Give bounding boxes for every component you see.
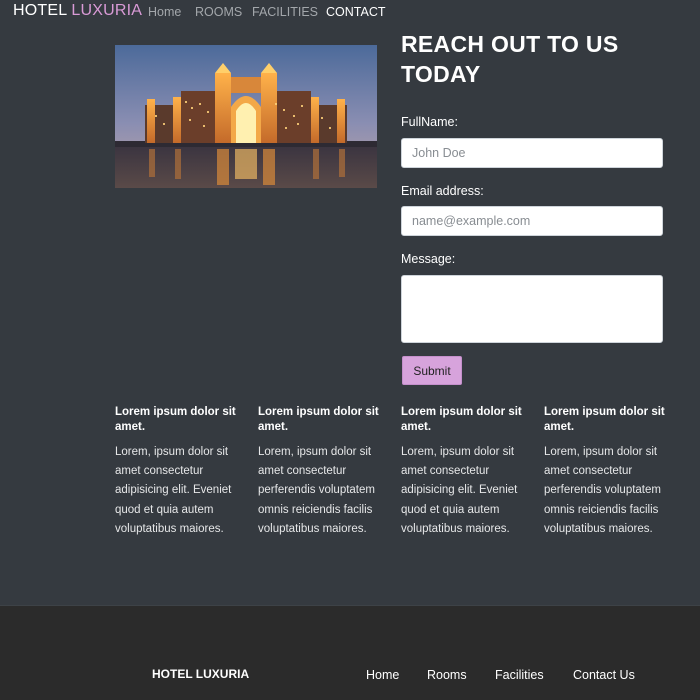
message-label: Message: xyxy=(401,252,456,266)
nav-link-facilities[interactable]: FACILITIES xyxy=(252,5,318,19)
hotel-photo xyxy=(115,45,377,188)
feature-column: Lorem ipsum dolor sit amet. Lorem, ipsum… xyxy=(258,405,383,539)
brand-accent: LUXURIA xyxy=(71,2,143,19)
message-textarea[interactable] xyxy=(401,275,663,343)
footer: HOTEL LUXURIA Home Rooms Facilities Cont… xyxy=(0,605,700,700)
nav-link-contact[interactable]: CONTACT xyxy=(326,5,386,19)
feature-title: Lorem ipsum dolor sit amet. xyxy=(258,406,379,433)
feature-column: Lorem ipsum dolor sit amet. Lorem, ipsum… xyxy=(544,405,669,539)
form-title: REACH OUT TO US TODAY xyxy=(401,31,619,87)
navbar: HOTEL LUXURIA Home ROOMS FACILITIES CONT… xyxy=(0,0,700,24)
nav-link-rooms[interactable]: ROOMS xyxy=(195,5,242,19)
feature-title: Lorem ipsum dolor sit amet. xyxy=(115,406,236,433)
footer-link-rooms[interactable]: Rooms xyxy=(427,668,467,682)
submit-button[interactable]: Submit xyxy=(402,356,462,385)
fullname-label: FullName: xyxy=(401,115,458,129)
feature-column: Lorem ipsum dolor sit amet. Lorem, ipsum… xyxy=(401,405,526,539)
email-label: Email address: xyxy=(401,184,484,198)
feature-text: Lorem, ipsum dolor sit amet consectetur … xyxy=(115,446,232,535)
feature-text: Lorem, ipsum dolor sit amet consectetur … xyxy=(258,446,375,535)
footer-link-facilities[interactable]: Facilities xyxy=(495,668,544,682)
email-input[interactable] xyxy=(401,206,663,236)
footer-link-contact-us[interactable]: Contact Us xyxy=(573,668,635,682)
feature-text: Lorem, ipsum dolor sit amet consectetur … xyxy=(401,446,518,535)
brand-logo[interactable]: HOTEL LUXURIA xyxy=(13,2,142,20)
feature-column: Lorem ipsum dolor sit amet. Lorem, ipsum… xyxy=(115,405,240,539)
feature-title: Lorem ipsum dolor sit amet. xyxy=(544,406,665,433)
feature-title: Lorem ipsum dolor sit amet. xyxy=(401,406,522,433)
footer-link-home[interactable]: Home xyxy=(366,668,399,682)
fullname-input[interactable] xyxy=(401,138,663,168)
feature-text: Lorem, ipsum dolor sit amet consectetur … xyxy=(544,446,661,535)
footer-brand: HOTEL LUXURIA xyxy=(152,667,250,681)
brand-primary: HOTEL xyxy=(13,2,72,19)
nav-link-home[interactable]: Home xyxy=(148,5,181,19)
